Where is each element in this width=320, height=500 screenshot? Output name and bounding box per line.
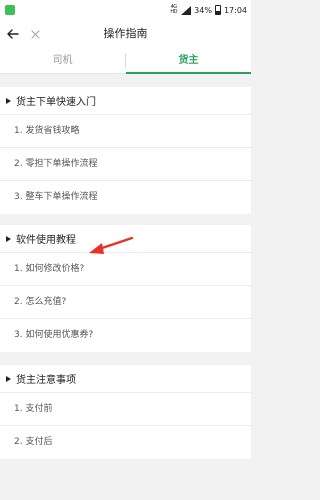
section-title: 软件使用教程: [16, 235, 76, 246]
status-indicators: 4G HD 34% 17:04: [169, 0, 247, 20]
list-item[interactable]: 1. 发货省钱攻略: [0, 115, 251, 148]
section-header: 软件使用教程: [0, 225, 251, 253]
caret-right-icon: [6, 375, 11, 382]
active-tab-indicator: [126, 72, 251, 74]
section-header: 货主下单快速入门: [0, 87, 251, 115]
close-icon[interactable]: [26, 25, 44, 43]
arrow-left-icon[interactable]: [4, 25, 22, 43]
network-type: 4G HD: [169, 5, 178, 15]
caret-right-icon: [6, 235, 11, 242]
tab-driver[interactable]: 司机: [0, 48, 125, 73]
app-notification-icon: [5, 5, 15, 15]
battery-icon: [214, 5, 221, 15]
section-title: 货主下单快速入门: [16, 97, 96, 108]
battery-percent: 34%: [194, 5, 212, 15]
status-bar: 4G HD 34% 17:04: [0, 0, 251, 20]
section-title: 货主注意事项: [16, 375, 76, 386]
tab-bar: 司机 货主: [0, 48, 251, 74]
network-type-bottom: HD: [170, 9, 177, 15]
signal-icon: [181, 5, 192, 15]
tab-shipper[interactable]: 货主: [126, 48, 251, 73]
list-item[interactable]: 3. 如何使用优惠券?: [0, 319, 251, 352]
list-item[interactable]: 2. 支付后: [0, 426, 251, 459]
section-shipper-notes: 货主注意事项 1. 支付前 2. 支付后: [0, 365, 251, 459]
list-item[interactable]: 2. 怎么充值?: [0, 286, 251, 319]
list-item[interactable]: 2. 零担下单操作流程: [0, 148, 251, 181]
list-item[interactable]: 1. 如何修改价格?: [0, 253, 251, 286]
list-item[interactable]: 1. 支付前: [0, 393, 251, 426]
nav-bar: 操作指南: [0, 20, 251, 48]
section-quick-start: 货主下单快速入门 1. 发货省钱攻略 2. 零担下单操作流程 3. 整车下单操作…: [0, 87, 251, 214]
list-item[interactable]: 3. 整车下单操作流程: [0, 181, 251, 214]
section-header: 货主注意事项: [0, 365, 251, 393]
caret-right-icon: [6, 97, 11, 104]
section-software-tutorial: 软件使用教程 1. 如何修改价格? 2. 怎么充值? 3. 如何使用优惠券?: [0, 225, 251, 352]
clock: 17:04: [223, 5, 247, 15]
